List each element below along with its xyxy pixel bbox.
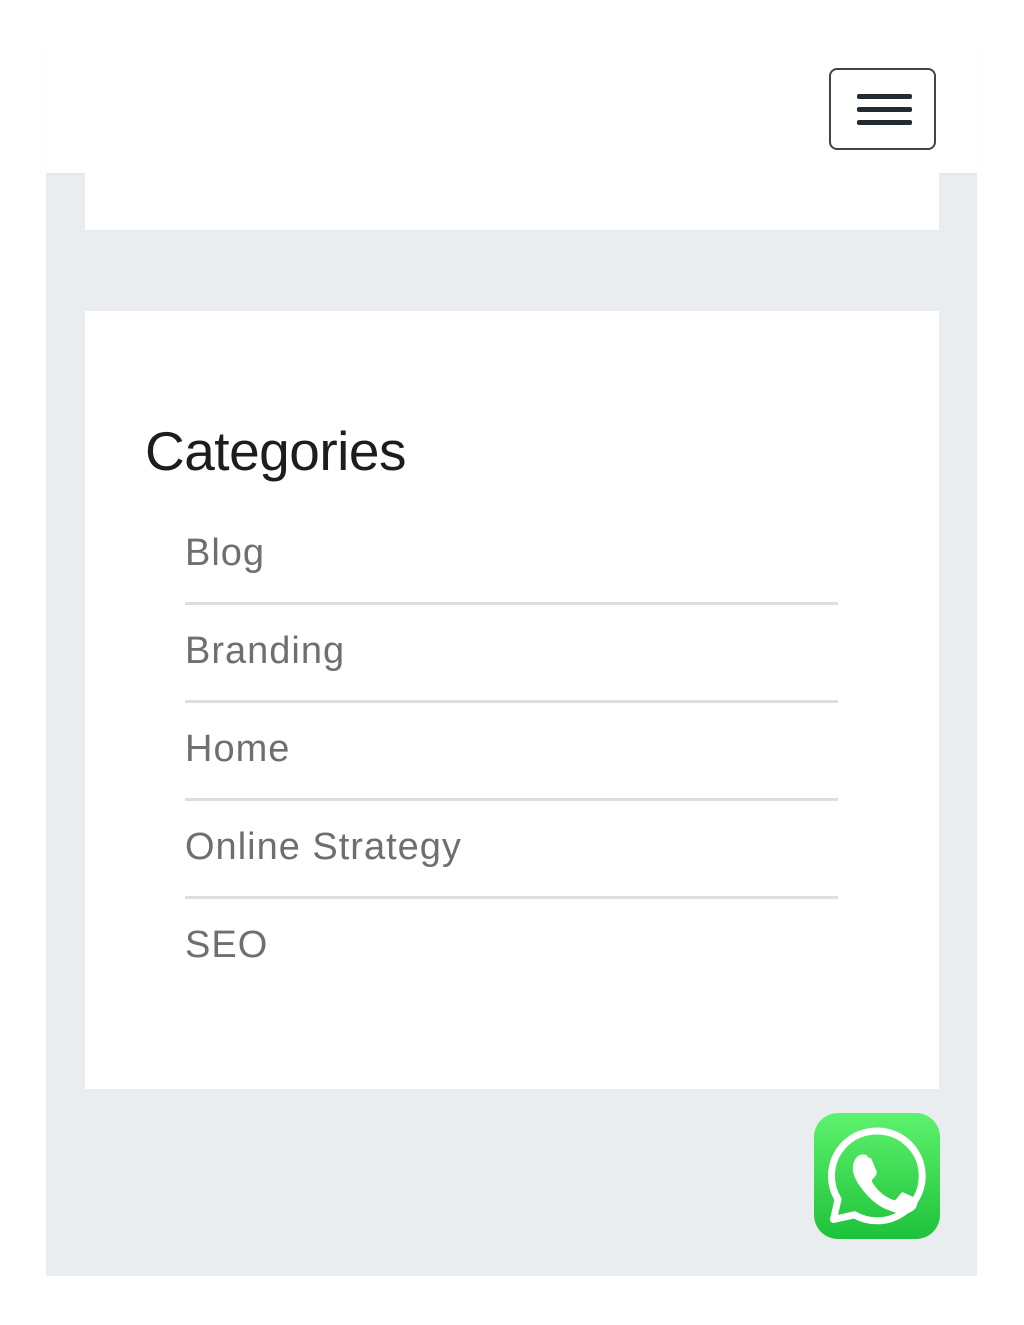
- page: Categories Blog Branding Home Online Str…: [0, 0, 1024, 1325]
- hamburger-menu-icon: [857, 94, 912, 99]
- list-item: Branding: [185, 605, 838, 703]
- category-link-online-strategy[interactable]: Online Strategy: [185, 823, 462, 871]
- categories-list: Blog Branding Home Online Strategy SEO: [185, 507, 838, 997]
- category-link-branding[interactable]: Branding: [185, 627, 345, 675]
- category-link-seo[interactable]: SEO: [185, 921, 268, 969]
- list-item: Home: [185, 703, 838, 801]
- menu-toggle-button[interactable]: [829, 68, 936, 150]
- hamburger-menu-icon-bar: [857, 120, 912, 125]
- list-item: Blog: [185, 507, 838, 605]
- hamburger-menu-icon-bar: [857, 107, 912, 112]
- previous-widget-card: [85, 173, 939, 230]
- whatsapp-chat-button[interactable]: [814, 1113, 940, 1239]
- whatsapp-icon: [828, 1127, 926, 1225]
- category-link-blog[interactable]: Blog: [185, 529, 265, 577]
- list-item: SEO: [185, 899, 838, 997]
- categories-widget: Categories Blog Branding Home Online Str…: [85, 311, 939, 1089]
- site-header: [46, 46, 977, 173]
- category-link-home[interactable]: Home: [185, 725, 290, 773]
- categories-title: Categories: [145, 420, 406, 482]
- list-item: Online Strategy: [185, 801, 838, 899]
